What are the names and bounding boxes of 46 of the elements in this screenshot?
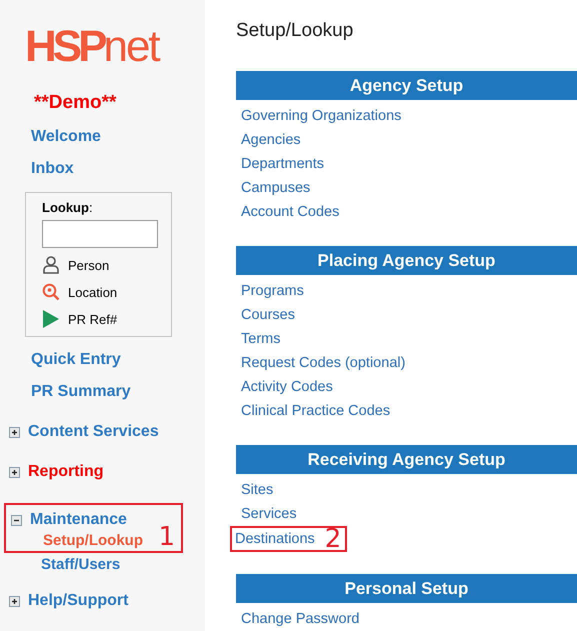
lookup-option[interactable]: Location — [68, 284, 118, 300]
menu-item[interactable]: Help/Support — [28, 592, 128, 610]
menu-item[interactable]: Reporting — [28, 463, 104, 481]
submenu-item[interactable]: Staff/Users — [41, 556, 120, 573]
menu-item[interactable]: PR Summary — [31, 383, 131, 401]
section-header: Agency Setup — [236, 71, 577, 100]
menu-item[interactable]: Maintenance — [30, 511, 127, 529]
section-header: Personal Setup — [236, 574, 577, 603]
menu-item[interactable]: Welcome — [31, 128, 101, 146]
submenu-item[interactable]: Setup/Lookup — [43, 532, 143, 549]
setup-link[interactable]: Departments — [241, 152, 324, 176]
setup-link[interactable]: Agencies — [241, 128, 301, 152]
menu-item[interactable]: Inbox — [31, 160, 74, 178]
page-title: Setup/Lookup — [236, 20, 354, 42]
lookup-option[interactable]: PR Ref# — [68, 312, 118, 326]
setup-link[interactable]: Courses — [241, 303, 295, 327]
search-icon — [42, 283, 60, 301]
section-header: Placing Agency Setup — [236, 246, 577, 275]
setup-link[interactable]: Terms — [241, 327, 280, 351]
setup-link[interactable]: Campuses — [241, 176, 310, 200]
collapse-icon[interactable] — [11, 514, 22, 526]
setup-link[interactable]: Change Password — [241, 607, 360, 631]
expand-icon[interactable] — [9, 466, 20, 478]
menu-item[interactable]: Content Services — [28, 423, 159, 441]
setup-link[interactable]: Account Codes — [241, 200, 340, 224]
lookup-option[interactable]: Person — [68, 258, 110, 272]
menu-item[interactable]: Quick Entry — [31, 351, 121, 369]
person-icon — [42, 256, 60, 274]
section-header: Receiving Agency Setup — [236, 445, 577, 474]
demo-label: **Demo** — [34, 92, 116, 114]
expand-icon[interactable] — [9, 596, 20, 606]
play-icon — [42, 310, 60, 328]
lookup-label: Lookup: — [42, 200, 93, 215]
setup-link[interactable]: Sites — [241, 478, 274, 502]
expand-icon[interactable] — [9, 426, 20, 438]
setup-link[interactable]: Clinical Practice Codes — [241, 399, 390, 423]
setup-link[interactable]: Request Codes (optional) — [241, 351, 406, 375]
setup-link[interactable]: Activity Codes — [241, 375, 333, 399]
callout-number: 2 — [324, 528, 342, 550]
setup-link[interactable]: Programs — [241, 279, 304, 303]
setup-link[interactable]: Services — [241, 502, 297, 526]
setup-link[interactable]: Governing Organizations — [241, 104, 402, 128]
callout-number: 1 — [158, 524, 175, 550]
setup-link[interactable]: Destinations — [235, 527, 315, 551]
logo: HSPnet — [25, 22, 159, 72]
lookup-field[interactable] — [42, 220, 158, 248]
